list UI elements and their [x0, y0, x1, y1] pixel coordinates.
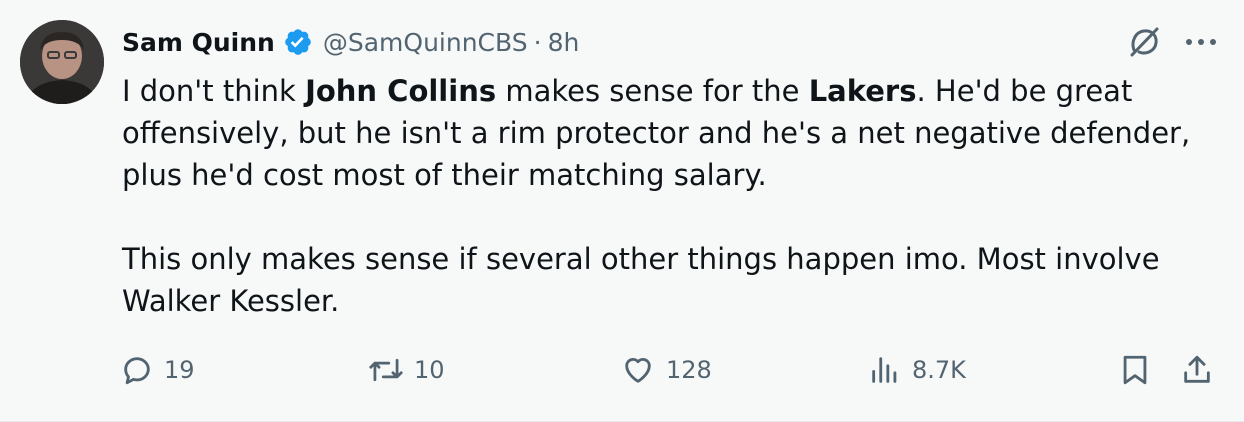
text-segment: makes sense for the	[496, 74, 809, 108]
views-icon	[872, 357, 897, 383]
tweet-paragraph-2: This only makes sense if several other t…	[122, 242, 1160, 318]
tweet-text: I don't think John Collins makes sense f…	[122, 70, 1202, 322]
text-segment: I don't think	[122, 74, 306, 108]
heart-icon	[625, 358, 651, 383]
repost-icon	[369, 358, 403, 382]
author-handle[interactable]: @SamQuinnCBS	[323, 28, 528, 57]
verified-badge-icon	[283, 27, 313, 57]
grok-icon[interactable]	[1126, 24, 1162, 60]
reply-icon	[124, 357, 150, 385]
timestamp[interactable]: 8h	[548, 28, 580, 57]
bold-text-john-collins: John Collins	[305, 74, 497, 108]
tweet-card[interactable]: Sam Quinn @SamQuinnCBS · 8h I don't thin…	[0, 0, 1244, 422]
tweet-header: Sam Quinn @SamQuinnCBS · 8h	[122, 24, 579, 60]
reply-count: 19	[164, 356, 195, 384]
like-count: 128	[666, 356, 712, 384]
top-actions	[1126, 24, 1218, 60]
repost-count: 10	[414, 356, 445, 384]
avatar[interactable]	[20, 20, 104, 104]
tweet-paragraph-1: I don't think John Collins makes sense f…	[122, 70, 1202, 196]
bold-text-lakers: Lakers	[808, 74, 917, 108]
separator: ·	[533, 27, 542, 57]
bookmark-button[interactable]	[1118, 350, 1152, 390]
share-icon	[1184, 355, 1210, 383]
author-name[interactable]: Sam Quinn	[122, 28, 275, 57]
views-button[interactable]: 8.7K	[868, 350, 966, 390]
like-button[interactable]: 128	[620, 350, 712, 390]
action-bar: 19 10 128 8.7K	[120, 350, 1220, 390]
repost-button[interactable]: 10	[368, 350, 445, 390]
bookmark-icon	[1123, 355, 1147, 385]
more-icon[interactable]	[1184, 37, 1218, 47]
share-button[interactable]	[1180, 350, 1214, 390]
reply-button[interactable]: 19	[120, 350, 195, 390]
views-count: 8.7K	[912, 356, 966, 384]
